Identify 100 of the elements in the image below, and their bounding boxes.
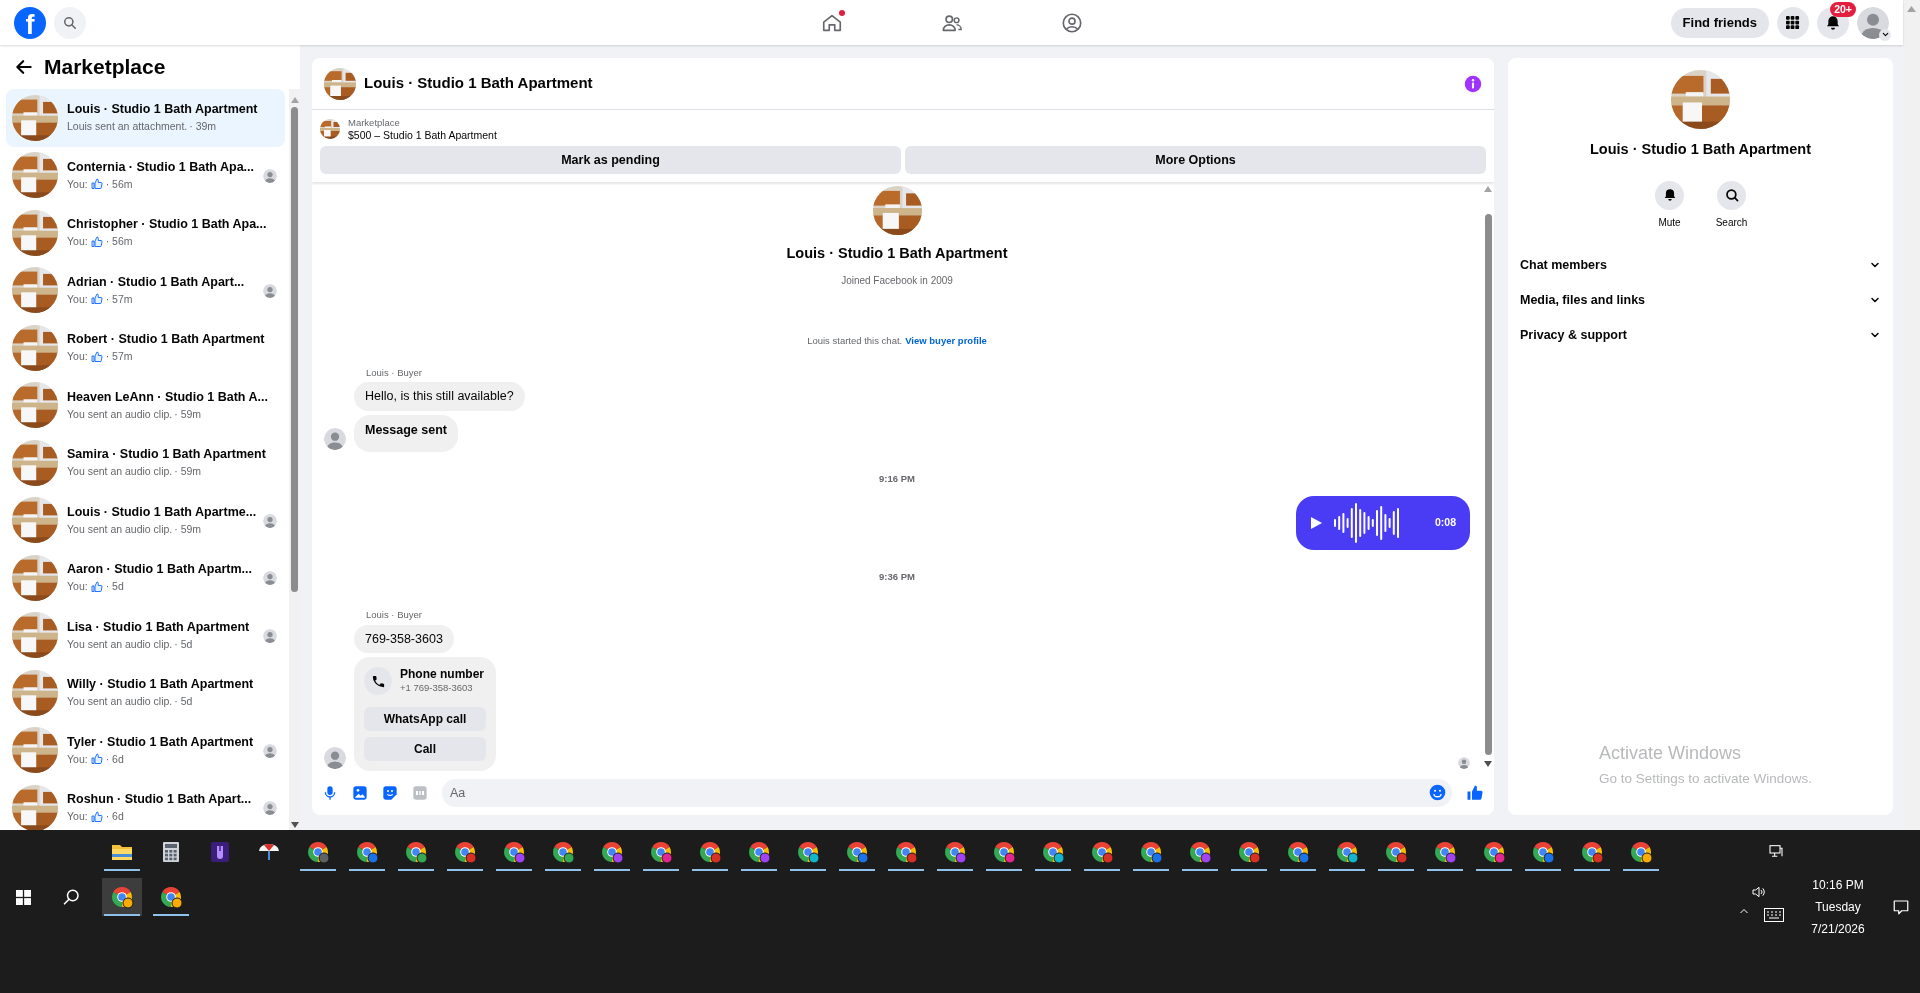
seen-avatar-icon (263, 628, 277, 643)
keyboard-icon[interactable] (1764, 908, 1784, 922)
audio-duration: 0:08 (1435, 515, 1456, 531)
thumbs-up-icon[interactable] (1466, 784, 1484, 802)
conversation-item[interactable]: Samira · Studio 1 Bath Apartment You sent an audio clip. · 59m (6, 434, 285, 492)
conversation-item[interactable]: Willy · Studio 1 Bath Apartment You sent an audio clip. · 5d (6, 664, 285, 722)
scrollbar-thumb[interactable] (291, 107, 298, 592)
notification-count: 20+ (1830, 1, 1856, 17)
phone-icon (370, 673, 386, 689)
call-button[interactable]: WhatsApp call (364, 707, 486, 732)
message-preview: You: (67, 752, 88, 766)
accordion-row[interactable]: Media, files and links (1518, 282, 1883, 318)
seen-avatar-icon (263, 513, 277, 528)
message-preview: You sent an audio clip. (67, 465, 173, 479)
menu-icon (1786, 15, 1800, 30)
conversation-item[interactable]: Louis · Studio 1 Bath Apartme... You sent an audio clip. · 59m (6, 491, 285, 549)
sender-avatar-icon (324, 747, 346, 770)
emoji-icon[interactable] (1429, 784, 1446, 801)
search-button[interactable] (1717, 180, 1746, 210)
message-input[interactable]: Aa (442, 779, 1452, 807)
like-icon (90, 350, 103, 363)
menu-button[interactable] (1777, 6, 1809, 39)
mute-button[interactable] (1655, 180, 1684, 210)
action-label: Mute (1658, 215, 1681, 230)
play-icon[interactable] (1310, 517, 1322, 529)
conversation-name: Louis · Studio 1 Bath Apartment (67, 102, 258, 118)
conversation-name: Tyler · Studio 1 Bath Apartment (67, 734, 254, 750)
bell-icon (1662, 188, 1677, 203)
scroll-down-arrow-icon[interactable] (1484, 761, 1492, 767)
conversation-name: Robert · Studio 1 Bath Apartment (67, 332, 265, 348)
view-buyer-profile-link[interactable]: View buyer profile (905, 333, 987, 348)
listing-action-button[interactable]: More Options (905, 146, 1486, 174)
listing-title[interactable]: $500 – Studio 1 Bath Apartment (348, 129, 497, 142)
phone-number: +1 769-358-3603 (400, 681, 474, 696)
conversation-item[interactable]: Roshun · Studio 1 Bath Apart... You: · 6d (6, 779, 285, 830)
message-time: · 39m (189, 120, 217, 134)
accordion-row[interactable]: Chat members (1518, 247, 1883, 283)
find-friends-button[interactable]: Find friends (1670, 7, 1769, 38)
seen-avatar-icon (263, 168, 277, 183)
scrollbar-thumb[interactable] (1484, 214, 1492, 755)
accordion-label: Privacy & support (1520, 326, 1627, 344)
accordion-label: Media, files and links (1520, 291, 1646, 309)
call-button[interactable]: Call (364, 737, 486, 762)
taskbar-button[interactable] (102, 878, 142, 916)
conversation-item[interactable]: Robert · Studio 1 Bath Apartment You: · 57m (6, 319, 285, 377)
message-time: · 6d (105, 810, 124, 824)
conversation-name: Conternia · Studio 1 Bath Apa... (67, 159, 255, 175)
conversation-item[interactable]: Conternia · Studio 1 Bath Apa... You: · 56m (6, 146, 285, 204)
message-time: · 5d (174, 695, 193, 709)
account-button[interactable] (1857, 6, 1889, 39)
search-icon (1724, 188, 1739, 203)
joined-text: Joined Facebook in 2009 (841, 273, 953, 288)
facebook-logo[interactable]: f (14, 6, 46, 39)
chat-title: Louis · Studio 1 Bath Apartment (364, 73, 593, 94)
photo-icon[interactable] (352, 785, 368, 801)
seen-avatar-icon (1458, 757, 1470, 769)
message-time: · 6d (105, 752, 124, 766)
speaker-icon[interactable] (1751, 884, 1767, 900)
phone-card-title: Phone number (400, 667, 484, 682)
message-preview: You: (67, 350, 88, 364)
message-time: · 56m (105, 177, 133, 191)
chevron-icon (1880, 30, 1890, 39)
notification-icon[interactable] (1892, 898, 1910, 916)
message-preview: You sent an audio clip. (67, 637, 173, 651)
conversation-name: Heaven LeAnn · Studio 1 Bath A... (67, 389, 268, 405)
info-icon[interactable] (1464, 74, 1482, 93)
like-icon (90, 753, 103, 766)
listing-action-button[interactable]: Mark as pending (320, 146, 901, 174)
conversation-item[interactable]: Aaron · Studio 1 Bath Apartm... You: · 5d (6, 549, 285, 607)
back-arrow-icon[interactable] (14, 57, 34, 77)
message-bubble: Hello, is this still available? (354, 382, 525, 411)
conversation-item[interactable]: Louis · Studio 1 Bath Apartment Louis sent an attachment. · 39m (6, 89, 285, 147)
conversation-item[interactable]: Heaven LeAnn · Studio 1 Bath A... You sent an audio clip. · 59m (6, 376, 285, 434)
message-preview: You: (67, 235, 88, 249)
conversation-name: Christopher · Studio 1 Bath Apa... (67, 217, 267, 233)
conversation-name: Roshun · Studio 1 Bath Apart... (67, 792, 252, 808)
accordion-row[interactable]: Privacy & support (1518, 317, 1883, 353)
conversation-item[interactable]: Tyler · Studio 1 Bath Apartment You: · 6d (6, 721, 285, 779)
message-time: · 57m (105, 292, 133, 306)
network-icon[interactable] (1768, 843, 1784, 859)
scroll-down-arrow-icon[interactable] (290, 822, 299, 828)
timestamp: 9:36 PM (879, 570, 915, 584)
message-bubble: 769-358-3603 (354, 624, 454, 654)
microphone-icon[interactable] (322, 785, 338, 801)
message-time: · 59m (174, 407, 202, 421)
conversation-item[interactable]: Adrian · Studio 1 Bath Apart... You: · 57m (6, 261, 285, 319)
details-name: Louis · Studio 1 Bath Apartment (1590, 140, 1811, 159)
activation-text: Go to Settings to activate Windows. (1599, 770, 1813, 788)
conversation-name: Aaron · Studio 1 Bath Apartm... (67, 562, 252, 578)
windows-icon (15, 889, 31, 905)
like-icon (90, 293, 103, 306)
search-icon (63, 15, 77, 30)
sticker-icon[interactable] (382, 785, 398, 801)
clock[interactable]: 10:16 PM Tuesday 7/21/2026 (1798, 874, 1878, 940)
conversation-item[interactable]: Christopher · Studio 1 Bath Apa... You: · 56m (6, 204, 285, 262)
conversation-item[interactable]: Lisa · Studio 1 Bath Apartment You sent an audio clip. · 5d (6, 606, 285, 664)
chat-started-text: Louis started this chat. (807, 333, 903, 348)
audio-message[interactable]: 0:08 (1296, 496, 1470, 550)
seen-avatar-icon (263, 743, 277, 758)
conversation-name: Adrian · Studio 1 Bath Apart... (67, 274, 245, 290)
